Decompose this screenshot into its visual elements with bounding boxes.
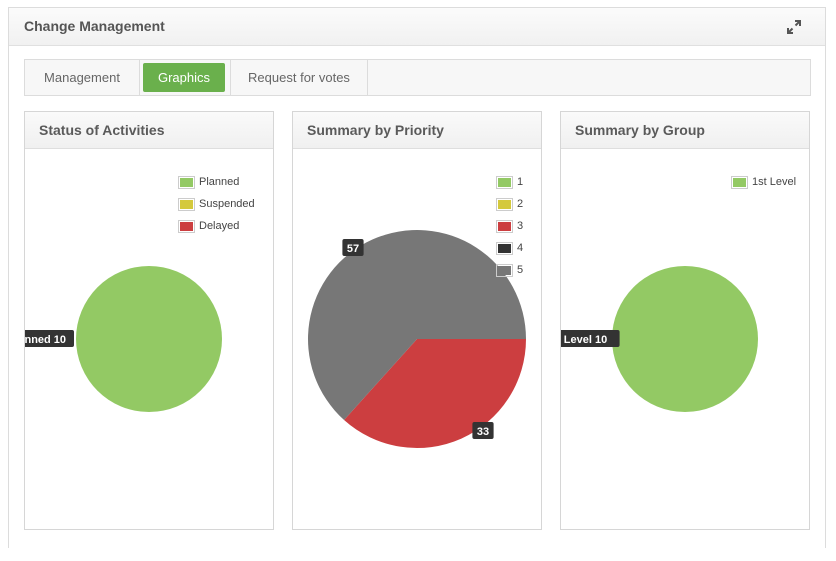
change-management-window: Change Management Management Graphics Re… (8, 7, 826, 548)
legend-item: Planned (178, 171, 255, 193)
legend-item: 1st Level (731, 171, 796, 193)
legend-item: Delayed (178, 215, 255, 237)
legend-label: 2 (517, 198, 524, 210)
summary-by-priority-panel: Summary by Priority 33 57 1 2 3 4 5 (292, 111, 542, 530)
summary-by-group-panel: Summary by Group 1st Level 10 1st Level (560, 111, 810, 530)
tab-management[interactable]: Management (25, 60, 140, 95)
pie-slice[interactable] (612, 266, 758, 412)
panel-header: Summary by Priority (293, 112, 541, 149)
pie-data-label: 57 (342, 239, 364, 256)
legend-swatch (496, 263, 513, 277)
legend-item: 3 (496, 215, 523, 237)
pie-data-label: 33 (472, 422, 494, 439)
panel-header: Status of Activities (25, 112, 273, 149)
legend-swatch (178, 175, 195, 189)
legend-label: Suspended (199, 198, 255, 210)
legend-label: 3 (517, 220, 524, 232)
chart-legend: 1 2 3 4 5 (496, 171, 523, 281)
chart-title: Status of Activities (39, 122, 165, 138)
tab-request-for-votes[interactable]: Request for votes (230, 60, 368, 95)
legend-item: 1 (496, 171, 523, 193)
legend-swatch (496, 219, 513, 233)
chart-legend: Planned Suspended Delayed (178, 171, 255, 237)
legend-item: 5 (496, 259, 523, 281)
tab-bar: Management Graphics Request for votes (24, 59, 811, 96)
group-pie-chart: 1st Level 10 (561, 266, 758, 412)
legend-swatch (496, 241, 513, 255)
pie-data-label-text: 1st Level 10 (561, 334, 607, 346)
window-title: Change Management (24, 18, 165, 34)
pie-data-label: Planned 10 (25, 330, 74, 347)
legend-label: Planned (199, 176, 240, 188)
legend-swatch (178, 219, 195, 233)
pie-data-label: 1st Level 10 (561, 330, 620, 347)
legend-label: 5 (517, 264, 524, 276)
tab-graphics[interactable]: Graphics (143, 63, 225, 92)
legend-swatch (178, 197, 195, 211)
pie-data-label-text: 33 (477, 426, 489, 438)
pie-data-label-text: 57 (347, 243, 359, 255)
legend-label: Delayed (199, 220, 240, 232)
chart-legend: 1st Level (731, 171, 796, 193)
legend-item: Suspended (178, 193, 255, 215)
status-of-activities-panel: Status of Activities Planned 10 Planned S… (24, 111, 274, 530)
expand-arrows-icon[interactable] (785, 18, 803, 36)
pie-slice[interactable] (76, 266, 222, 412)
panel-header: Summary by Group (561, 112, 809, 149)
legend-swatch (731, 175, 748, 189)
pie-data-label-text: Planned 10 (25, 334, 66, 346)
legend-label: 1st Level (752, 176, 797, 188)
chart-title: Summary by Group (575, 122, 705, 138)
legend-swatch (496, 175, 513, 189)
legend-label: 1 (517, 176, 524, 188)
window-header: Change Management (9, 8, 825, 46)
chart-title: Summary by Priority (307, 122, 444, 138)
legend-label: 4 (517, 242, 524, 254)
legend-item: 4 (496, 237, 523, 259)
legend-swatch (496, 197, 513, 211)
legend-item: 2 (496, 193, 523, 215)
